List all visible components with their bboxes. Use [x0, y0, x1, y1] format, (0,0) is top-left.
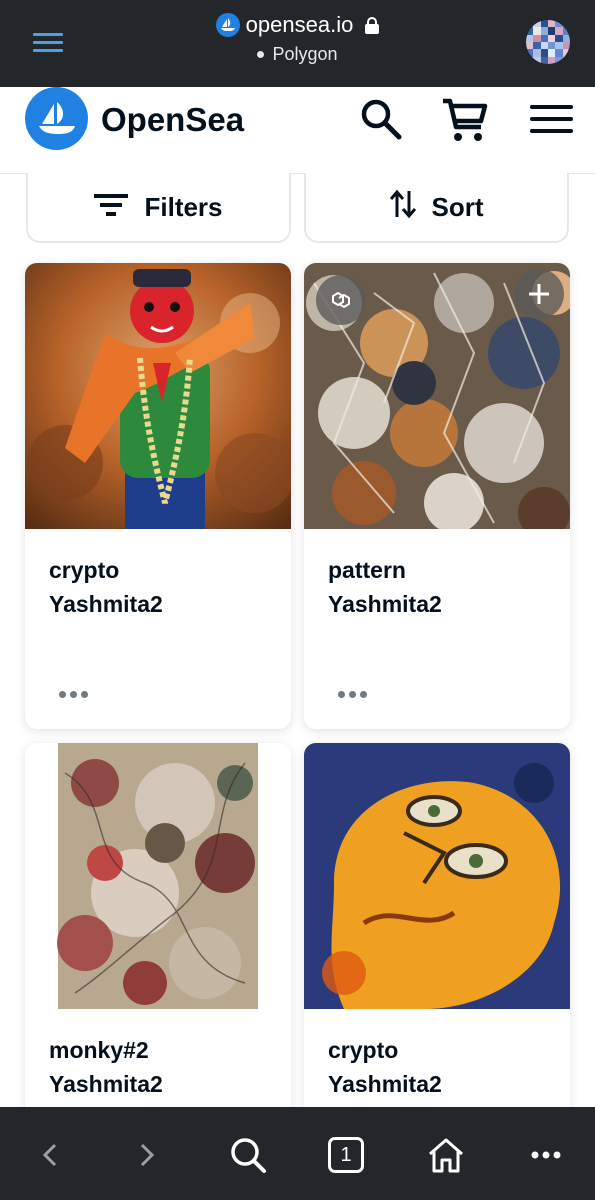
- url-text: opensea.io: [245, 12, 354, 37]
- back-icon[interactable]: [28, 1133, 72, 1177]
- tab-count: 1: [328, 1137, 364, 1173]
- filter-icon: [94, 192, 129, 223]
- sort-icon: [389, 189, 416, 226]
- tabs-icon[interactable]: 1: [324, 1133, 368, 1177]
- filters-button[interactable]: Filters: [26, 173, 291, 243]
- brand-name[interactable]: OpenSea: [101, 101, 244, 139]
- nft-title: pattern: [328, 557, 406, 583]
- nft-title: monky#2: [49, 1037, 149, 1063]
- more-icon[interactable]: [524, 1133, 568, 1177]
- more-icon[interactable]: [59, 691, 88, 698]
- lock-icon: [365, 17, 380, 34]
- site-header: OpenSea: [0, 87, 595, 174]
- nft-creator[interactable]: Yashmita2: [328, 591, 442, 618]
- forward-icon[interactable]: [125, 1133, 169, 1177]
- address-bar[interactable]: opensea.io Polygon: [0, 12, 595, 65]
- filters-label: Filters: [144, 191, 223, 222]
- network-label: Polygon: [272, 44, 338, 64]
- nft-creator[interactable]: Yashmita2: [328, 1071, 442, 1098]
- nft-card[interactable]: pattern Yashmita2: [304, 263, 570, 729]
- nft-creator[interactable]: Yashmita2: [49, 591, 163, 618]
- polygon-chain-icon: [316, 275, 366, 325]
- sort-label: Sort: [431, 191, 484, 222]
- avatar[interactable]: [526, 20, 570, 64]
- browser-top-bar: opensea.io Polygon: [0, 0, 595, 87]
- nft-card[interactable]: crypto Yashmita2: [25, 263, 291, 729]
- nft-title: crypto: [328, 1037, 399, 1063]
- search-icon[interactable]: [359, 97, 403, 146]
- browser-bottom-nav: 1: [0, 1107, 595, 1200]
- nft-image[interactable]: [304, 743, 570, 1009]
- cart-icon[interactable]: [441, 97, 489, 148]
- sort-button[interactable]: Sort: [304, 173, 569, 243]
- search-icon[interactable]: [226, 1133, 270, 1177]
- nft-image[interactable]: [25, 743, 291, 1009]
- nft-card[interactable]: crypto Yashmita2: [304, 743, 570, 1123]
- nft-card[interactable]: monky#2 Yashmita2: [25, 743, 291, 1123]
- opensea-site-icon: [215, 13, 240, 37]
- nft-title: crypto: [49, 557, 120, 583]
- nft-image[interactable]: [25, 263, 291, 529]
- opensea-logo[interactable]: [25, 87, 88, 150]
- nft-creator[interactable]: Yashmita2: [49, 1071, 163, 1098]
- more-icon[interactable]: [338, 691, 367, 698]
- hamburger-icon[interactable]: [530, 105, 574, 140]
- home-icon[interactable]: [424, 1133, 468, 1177]
- add-icon[interactable]: [514, 269, 564, 319]
- network-dot-icon: [257, 51, 265, 58]
